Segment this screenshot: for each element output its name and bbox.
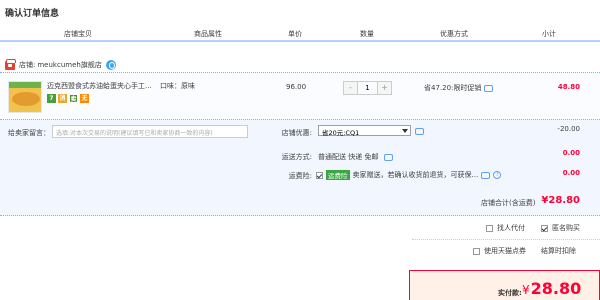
coupon-use-label: 使用天猫点券 — [484, 247, 526, 255]
insurance-checkbox[interactable] — [316, 171, 323, 179]
seven-day-return-badge[interactable]: 7 — [47, 94, 56, 103]
message-label: 给卖家留言： — [8, 129, 50, 137]
total-amount: 28.80 — [530, 279, 582, 298]
coupon-use-option[interactable]: 使用天猫点券 — [473, 246, 526, 256]
col-unit-price: 单价 — [288, 30, 302, 38]
shop-total-value: ¥28.80 — [541, 195, 580, 206]
message-input[interactable]: 选填:对本次交易的说明(建议填写已和卖家协商一致的内容) — [52, 125, 248, 138]
item-sku: 口味：原味 — [160, 82, 195, 90]
col-quantity: 数量 — [360, 30, 374, 38]
coupon-select[interactable]: 省20元:CQ1 — [318, 125, 411, 137]
shipping-chat-icon[interactable] — [383, 153, 393, 161]
promo-info: 省47.20:限时促销 — [424, 83, 494, 93]
coupon-value: -20.00 — [557, 125, 580, 133]
sep-line — [412, 239, 600, 240]
shop-prefix: 店铺: — [19, 61, 36, 69]
col-attributes: 商品属性 — [194, 30, 222, 38]
insurance-label: 运费险: — [288, 172, 312, 180]
item-name-link[interactable]: 迈克西盟食式苏油蛤蛋夹心手工... — [47, 81, 155, 91]
quantity-stepper: - 1 + — [343, 81, 392, 95]
shop-header: 店铺: meukcumeh旗舰店 — [5, 58, 116, 71]
shipping-method: 普通配送 快递 免邮 — [318, 153, 379, 161]
seller-badge[interactable]: 卖 — [69, 94, 78, 103]
currency-symbol: ¥ — [522, 283, 530, 297]
insurance-row: 运费险 卖家赠送，若确认收货前退货，可获保... ? — [316, 170, 502, 180]
chevron-down-icon — [402, 129, 408, 133]
promo-chat-icon[interactable] — [484, 84, 494, 92]
anonymous-option[interactable]: 匿名购买 — [541, 223, 580, 233]
consumer-guarantee-badge[interactable]: 消 — [58, 94, 67, 103]
insurance-text: 卖家赠送，若确认收货前退货，可获保... — [352, 171, 479, 179]
item-thumbnail[interactable] — [8, 81, 42, 113]
qty-input[interactable]: 1 — [357, 82, 378, 94]
item-subtotal: 48.80 — [557, 83, 580, 91]
total-value: ¥28.80 — [522, 279, 581, 298]
help-icon[interactable]: ? — [493, 171, 502, 179]
shipping-label: 运送方式: — [281, 153, 312, 161]
thumb-bread — [12, 92, 40, 106]
insurance-chat-icon[interactable] — [481, 171, 491, 179]
thumb-strip — [9, 82, 41, 88]
insurance-tag: 运费险 — [326, 170, 350, 180]
col-shop-item: 店铺宝贝 — [64, 30, 92, 38]
shop-name-link[interactable]: meukcumeh旗舰店 — [37, 60, 101, 70]
qty-minus-button[interactable]: - — [344, 82, 357, 94]
proxy-pay-option[interactable]: 找人代付 — [486, 223, 525, 233]
item-row: 迈克西盟食式苏油蛤蛋夹心手工... 7 消 卖 无 口味：原味 96.00 - … — [0, 72, 600, 118]
col-discount: 优惠方式 — [440, 30, 468, 38]
coupon-chat-icon[interactable] — [415, 128, 424, 135]
item-badges: 7 消 卖 无 — [47, 94, 89, 103]
total-label: 实付款: — [498, 289, 522, 297]
insurance-value: 0.00 — [562, 169, 580, 177]
proxy-pay-label: 找人代付 — [497, 224, 525, 232]
qty-plus-button[interactable]: + — [378, 82, 391, 94]
proxy-pay-checkbox[interactable] — [486, 224, 493, 232]
coupon-use-checkbox[interactable] — [473, 247, 480, 255]
anonymous-label: 匿名购买 — [552, 224, 580, 232]
unit-price: 96.00 — [286, 83, 307, 91]
order-panel: 给卖家留言： 选填:对本次交易的说明(建议填写已和卖家协商一致的内容) 店铺优惠… — [0, 119, 600, 216]
column-header: 店铺宝贝 商品属性 单价 数量 优惠方式 小计 — [0, 27, 600, 42]
shop-icon — [5, 58, 16, 70]
promo-text: 省47.20:限时促销 — [424, 84, 482, 92]
shipping-value: 0.00 — [562, 149, 580, 157]
total-box: 实付款: ¥28.80 — [409, 270, 600, 300]
wangwang-chat-icon[interactable] — [105, 60, 116, 70]
anonymous-checkbox[interactable] — [541, 224, 548, 232]
col-subtotal: 小计 — [542, 30, 556, 38]
shop-total-label: 店铺合计(含运费) — [481, 199, 536, 207]
coupon-label: 店铺优惠: — [281, 129, 312, 137]
shipping-text: 普通配送 快递 免邮 — [318, 152, 393, 162]
extra-badge[interactable]: 无 — [80, 94, 89, 103]
coupon-selected: 省20元:CQ1 — [322, 129, 360, 137]
page-title: 确认订单信息 — [5, 9, 60, 19]
settle-note: 结算时扣除 — [541, 247, 576, 255]
